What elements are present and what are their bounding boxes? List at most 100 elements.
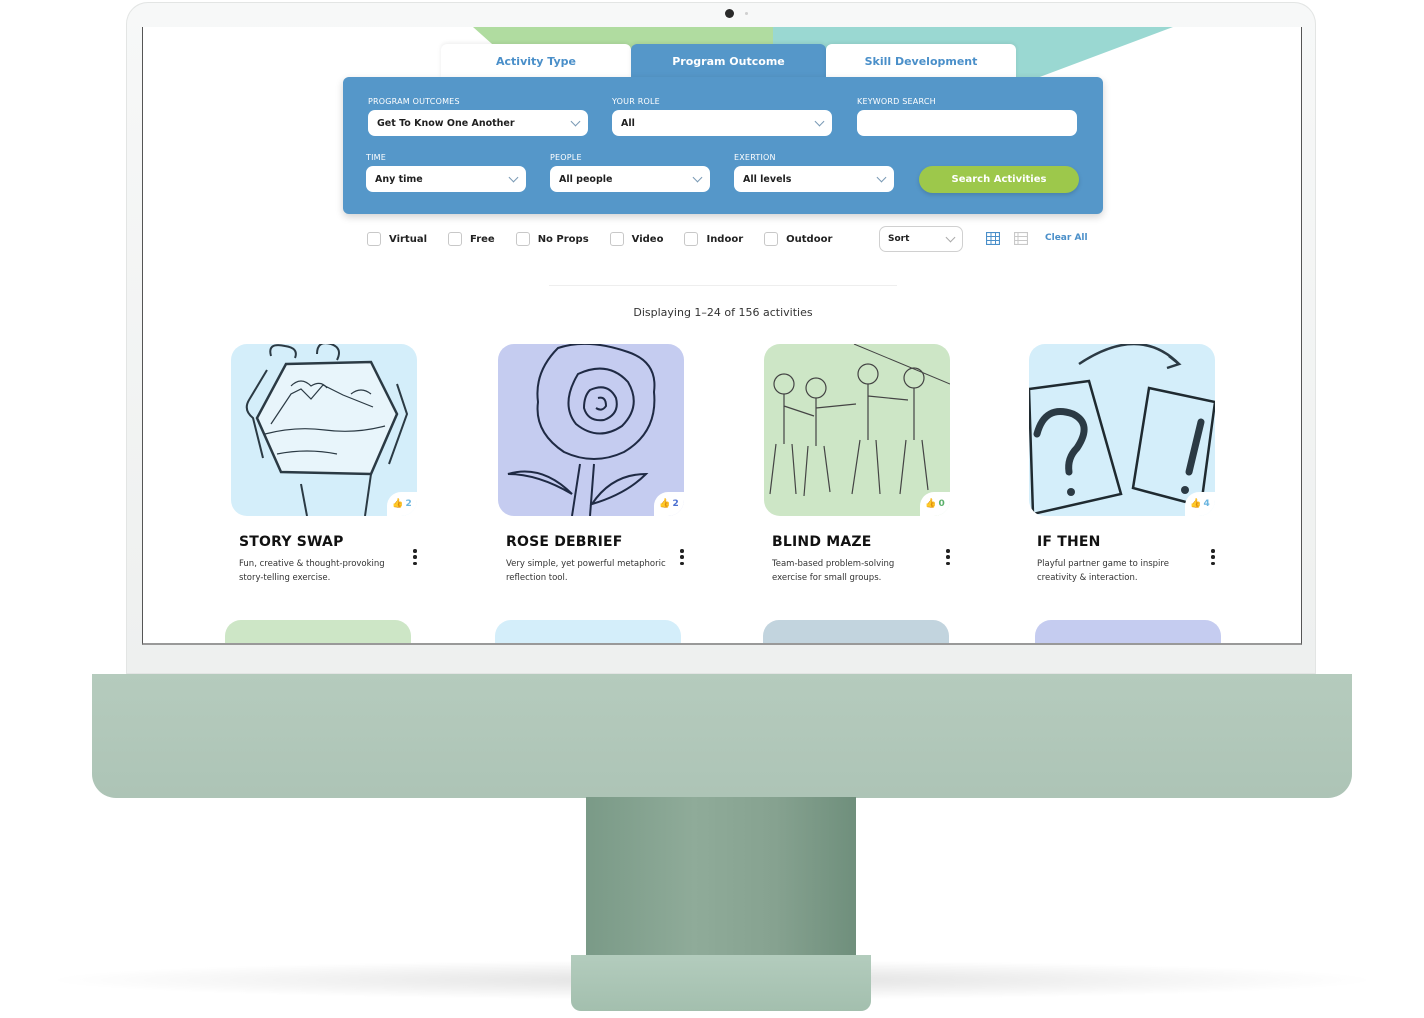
people-value: All people — [559, 173, 613, 185]
like-count: 2 — [405, 499, 412, 509]
activity-title[interactable]: ROSE DEBRIEF — [506, 534, 718, 550]
tab-skill-development[interactable]: Skill Development — [826, 44, 1016, 78]
search-activities-button[interactable]: Search Activities — [919, 166, 1079, 193]
people-label: PEOPLE — [550, 153, 582, 162]
time-group: TIME Any time — [366, 153, 526, 192]
clear-all-link[interactable]: Clear All — [1045, 233, 1088, 243]
checkbox-box[interactable] — [515, 232, 530, 246]
activity-description: Playful partner game to inspire creativi… — [1037, 559, 1169, 583]
activity-thumbnail[interactable]: 👍 2 — [498, 344, 684, 516]
keyword-search-input[interactable] — [857, 110, 1077, 136]
checkbox-label: No Props — [537, 233, 589, 245]
program-outcomes-select[interactable]: Get To Know One Another — [368, 110, 588, 136]
thumbs-up-filled-icon: 👍 — [659, 499, 671, 509]
activity-description: Very simple, yet powerful metaphoric ref… — [506, 559, 666, 583]
activity-thumbnail-partial[interactable] — [763, 620, 949, 643]
tab-program-outcome[interactable]: Program Outcome — [631, 44, 826, 78]
time-label: TIME — [366, 153, 387, 162]
checkbox-box[interactable] — [609, 232, 624, 246]
checkbox-label: Free — [470, 233, 495, 245]
question-exclamation-illustration — [1029, 344, 1215, 516]
checkbox-video[interactable]: Video — [609, 232, 664, 246]
exertion-select[interactable]: All levels — [734, 166, 894, 192]
checkbox-box[interactable] — [764, 232, 779, 246]
hands-landscape-illustration — [231, 344, 417, 516]
like-badge[interactable]: 👍 4 — [1185, 492, 1215, 516]
more-options-icon[interactable] — [944, 549, 952, 565]
sort-select[interactable]: Sort — [879, 226, 963, 252]
people-group: PEOPLE All people — [550, 153, 710, 192]
grid-view-icon[interactable] — [986, 232, 1000, 245]
exertion-group: EXERTION All levels — [734, 153, 894, 192]
children-walking-illustration — [764, 344, 950, 516]
chevron-down-icon — [508, 172, 519, 182]
your-role-value: All — [621, 117, 635, 129]
activity-thumbnail-partial[interactable] — [495, 620, 681, 643]
time-select[interactable]: Any time — [366, 166, 526, 192]
activity-thumbnail[interactable]: 👍 2 — [231, 344, 417, 516]
program-outcomes-group: PROGRAM OUTCOMES Get To Know One Another — [368, 97, 588, 136]
checkbox-no-props[interactable]: No Props — [515, 232, 589, 246]
checkbox-indoor[interactable]: Indoor — [684, 232, 743, 246]
tab-activity-type[interactable]: Activity Type — [441, 44, 631, 78]
sort-label: Sort — [888, 234, 910, 244]
like-badge[interactable]: 👍 2 — [387, 492, 417, 516]
people-select[interactable]: All people — [550, 166, 710, 192]
program-outcomes-label: PROGRAM OUTCOMES — [368, 97, 460, 106]
list-view-icon[interactable] — [1014, 232, 1028, 245]
more-options-icon[interactable] — [1209, 549, 1217, 565]
activity-title[interactable]: IF THEN — [1037, 534, 1249, 550]
thumbs-up-outline-icon: 👍 — [925, 499, 937, 509]
program-outcomes-value: Get To Know One Another — [377, 117, 515, 129]
activity-thumbnail-partial[interactable] — [225, 620, 411, 643]
activity-card: 👍 2 STORY SWAP Fun, creative & thought-p… — [231, 344, 451, 585]
exertion-value: All levels — [743, 173, 792, 185]
checkbox-label: Indoor — [706, 233, 744, 245]
more-options-icon[interactable] — [411, 549, 419, 565]
thumbs-up-outline-icon: 👍 — [1190, 499, 1202, 509]
activity-title[interactable]: STORY SWAP — [239, 534, 451, 550]
time-value: Any time — [375, 173, 423, 185]
your-role-select[interactable]: All — [612, 110, 832, 136]
filter-panel: PROGRAM OUTCOMES Get To Know One Another… — [343, 77, 1103, 214]
checkbox-label: Virtual — [389, 233, 427, 245]
activity-thumbnail[interactable]: 👍 0 — [764, 344, 950, 516]
checkbox-label: Outdoor — [786, 233, 833, 245]
like-badge[interactable]: 👍 0 — [920, 492, 950, 516]
keyword-search-label: KEYWORD SEARCH — [857, 97, 936, 106]
activity-card: 👍 2 ROSE DEBRIEF Very simple, yet powerf… — [498, 344, 718, 585]
exertion-label: EXERTION — [734, 153, 776, 162]
like-count: 2 — [672, 499, 679, 509]
activity-card: 👍 0 BLIND MAZE Team-based problem-solvin… — [764, 344, 984, 585]
camera-sensor — [745, 12, 748, 15]
keyword-search-group: KEYWORD SEARCH — [857, 97, 1077, 136]
filter-checkboxes: Virtual Free No Props Video Indoor Outdo… — [367, 232, 853, 246]
activity-card: 👍 4 IF THEN Playful partner game to insp… — [1029, 344, 1249, 585]
checkbox-free[interactable]: Free — [448, 232, 495, 246]
activity-description: Fun, creative & thought-provoking story-… — [239, 559, 385, 583]
rose-illustration — [498, 344, 684, 516]
chevron-down-icon — [945, 232, 956, 242]
activity-thumbnail-partial[interactable] — [1035, 620, 1221, 643]
checkbox-box[interactable] — [448, 232, 462, 246]
chevron-down-icon — [814, 116, 825, 126]
checkbox-box[interactable] — [367, 232, 381, 246]
your-role-group: YOUR ROLE All — [612, 97, 832, 136]
divider — [549, 285, 897, 286]
like-count: 4 — [1203, 499, 1210, 509]
monitor-stand — [586, 797, 856, 972]
screen: Activity Type Program Outcome Skill Deve… — [142, 27, 1302, 645]
checkbox-box[interactable] — [684, 232, 699, 246]
monitor-mockup: Activity Type Program Outcome Skill Deve… — [0, 0, 1424, 1018]
thumbs-up-filled-icon: 👍 — [392, 499, 404, 509]
tab-bar: Activity Type Program Outcome Skill Deve… — [441, 44, 1016, 78]
more-options-icon[interactable] — [678, 549, 686, 565]
activity-thumbnail[interactable]: 👍 4 — [1029, 344, 1215, 516]
checkbox-label: Video — [631, 233, 664, 245]
checkbox-virtual[interactable]: Virtual — [367, 232, 427, 246]
like-badge[interactable]: 👍 2 — [654, 492, 684, 516]
activity-title[interactable]: BLIND MAZE — [772, 534, 984, 550]
chevron-down-icon — [692, 172, 703, 182]
monitor-stand-base — [571, 955, 871, 1011]
checkbox-outdoor[interactable]: Outdoor — [764, 232, 832, 246]
